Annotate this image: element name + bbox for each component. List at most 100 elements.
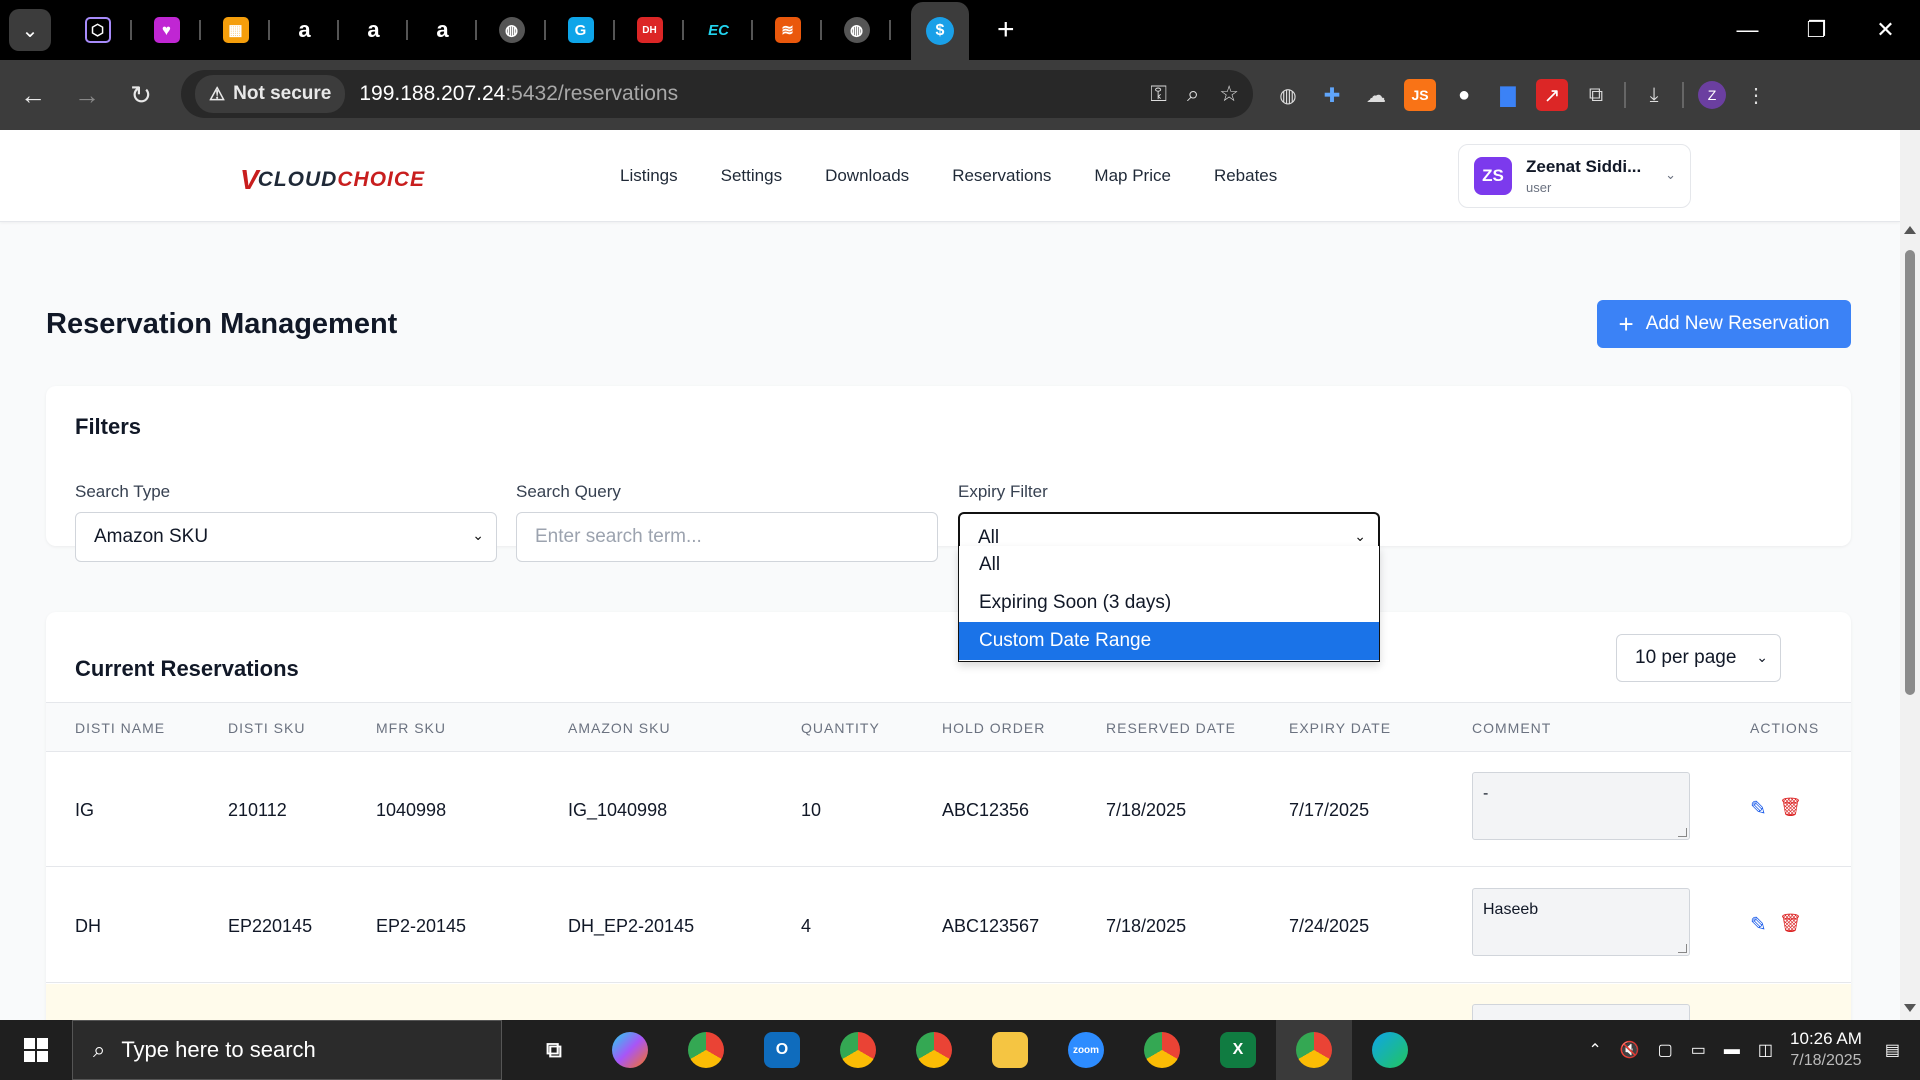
download-icon[interactable]: ⤓ bbox=[1638, 79, 1670, 111]
copilot-button[interactable] bbox=[592, 1020, 668, 1080]
zoom-button[interactable]: zoom bbox=[1048, 1020, 1124, 1080]
browser-tab[interactable]: ◍ bbox=[477, 0, 546, 60]
globe-extension-icon[interactable]: ◍ bbox=[1272, 79, 1304, 111]
option-custom-date-range[interactable]: Custom Date Range bbox=[959, 622, 1379, 660]
scroll-up-icon[interactable] bbox=[1904, 226, 1916, 234]
chrome-button[interactable] bbox=[668, 1020, 744, 1080]
volume-muted-icon[interactable]: 🔇 bbox=[1620, 1040, 1640, 1060]
tab-search-button[interactable]: ⌄ bbox=[9, 9, 51, 51]
minimize-icon[interactable]: — bbox=[1713, 0, 1782, 60]
forward-icon[interactable]: → bbox=[60, 68, 114, 122]
column-header[interactable]: DISTI NAME bbox=[75, 720, 165, 736]
per-page-select[interactable]: 10 per page ⌄ bbox=[1616, 634, 1781, 682]
address-bar[interactable]: ⚠ Not secure 199.188.207.24:5432/reservat… bbox=[181, 70, 1253, 118]
back-icon[interactable]: ← bbox=[6, 68, 60, 122]
url-text[interactable]: 199.188.207.24:5432/reservations bbox=[359, 82, 678, 106]
browser-tab-active[interactable]: $ bbox=[911, 2, 969, 60]
chrome-button[interactable] bbox=[820, 1020, 896, 1080]
extensions-icon[interactable]: ⧉ bbox=[1580, 79, 1612, 111]
option-expiring-soon[interactable]: Expiring Soon (3 days) bbox=[959, 584, 1379, 622]
security-chip[interactable]: ⚠ Not secure bbox=[195, 75, 346, 113]
puzzle-extension-icon[interactable]: ✚ bbox=[1316, 79, 1348, 111]
close-icon[interactable]: ✕ bbox=[1851, 0, 1920, 60]
chrome-button[interactable] bbox=[1124, 1020, 1200, 1080]
outlook-button[interactable]: O bbox=[744, 1020, 820, 1080]
chrome-button[interactable] bbox=[896, 1020, 972, 1080]
trash-icon[interactable]: 🗑 bbox=[1779, 797, 1802, 818]
star-icon[interactable]: ☆ bbox=[1219, 81, 1239, 107]
file-explorer-button[interactable] bbox=[972, 1020, 1048, 1080]
option-all[interactable]: All bbox=[959, 546, 1379, 584]
chrome-icon bbox=[1296, 1032, 1332, 1068]
notifications-icon[interactable]: ▤ bbox=[1885, 1040, 1900, 1060]
trash-icon[interactable]: 🗑 bbox=[1779, 913, 1802, 934]
circle-extension-icon[interactable]: ● bbox=[1448, 79, 1480, 111]
reload-icon[interactable]: ↻ bbox=[114, 68, 168, 122]
browser-tab[interactable]: ≋ bbox=[753, 0, 822, 60]
comment-textarea[interactable]: - bbox=[1472, 772, 1690, 840]
search-input[interactable]: Enter search term... bbox=[516, 512, 938, 562]
browser-tab[interactable]: a bbox=[270, 0, 339, 60]
taskbar-search[interactable]: ⌕ Type here to search bbox=[72, 1020, 502, 1080]
nav-rebates[interactable]: Rebates bbox=[1214, 166, 1277, 186]
app-header: V CLOUD CHOICE Listings Settings Downloads… bbox=[0, 130, 1900, 222]
browser-tab[interactable]: ◍ bbox=[822, 0, 891, 60]
browser-tab[interactable]: a bbox=[408, 0, 477, 60]
chrome-icon bbox=[1144, 1032, 1180, 1068]
edit-icon[interactable]: ✎ bbox=[1750, 796, 1767, 821]
device-icon[interactable]: ▢ bbox=[1658, 1040, 1673, 1060]
edge-button[interactable] bbox=[1352, 1020, 1428, 1080]
display-icon[interactable]: ▭ bbox=[1691, 1040, 1706, 1060]
chevron-up-icon[interactable]: ⌃ bbox=[1588, 1040, 1601, 1060]
column-header[interactable]: AMAZON SKU bbox=[568, 720, 671, 736]
chrome-button-active[interactable] bbox=[1276, 1020, 1352, 1080]
profile-avatar[interactable]: Z bbox=[1696, 79, 1728, 111]
nav-map-price[interactable]: Map Price bbox=[1094, 166, 1171, 186]
browser-tab[interactable]: EC bbox=[684, 0, 753, 60]
scroll-down-icon[interactable] bbox=[1904, 1004, 1916, 1012]
column-header[interactable]: RESERVED DATE bbox=[1106, 720, 1236, 736]
arrow-extension-icon[interactable]: ↗ bbox=[1536, 79, 1568, 111]
excel-button[interactable]: X bbox=[1200, 1020, 1276, 1080]
column-header[interactable]: HOLD ORDER bbox=[942, 720, 1045, 736]
browser-tab[interactable]: G bbox=[546, 0, 615, 60]
column-header[interactable]: DISTI SKU bbox=[228, 720, 305, 736]
column-header[interactable]: QUANTITY bbox=[801, 720, 880, 736]
edit-icon[interactable]: ✎ bbox=[1750, 912, 1767, 937]
js-extension-icon[interactable]: JS bbox=[1404, 79, 1436, 111]
column-header[interactable]: MFR SKU bbox=[376, 720, 446, 736]
browser-tab[interactable]: ⬡ bbox=[63, 0, 132, 60]
chart-extension-icon[interactable]: ▇ bbox=[1492, 79, 1524, 111]
network-icon[interactable]: ◫ bbox=[1758, 1040, 1773, 1060]
cloudchoice-logo[interactable]: V CLOUD CHOICE bbox=[240, 164, 425, 196]
add-reservation-button[interactable]: + Add New Reservation bbox=[1597, 300, 1851, 348]
nav-settings[interactable]: Settings bbox=[721, 166, 782, 186]
new-tab-button[interactable]: + bbox=[997, 13, 1015, 47]
browser-tab[interactable]: a bbox=[339, 0, 408, 60]
task-view-button[interactable]: ⧉ bbox=[516, 1020, 592, 1080]
browser-tab[interactable]: ♥ bbox=[132, 0, 201, 60]
browser-tab[interactable]: DH bbox=[615, 0, 684, 60]
user-menu[interactable]: ZS Zeenat Siddi... user ⌄ bbox=[1458, 144, 1691, 208]
page-scrollbar[interactable] bbox=[1900, 130, 1920, 1020]
key-icon[interactable]: ⚿ bbox=[1150, 81, 1167, 107]
column-header[interactable]: ACTIONS bbox=[1750, 720, 1819, 736]
zoom-icon[interactable]: ⌕ bbox=[1187, 81, 1199, 107]
nav-reservations[interactable]: Reservations bbox=[952, 166, 1051, 186]
globe-icon: ◍ bbox=[498, 17, 525, 43]
scroll-thumb[interactable] bbox=[1905, 250, 1915, 695]
nav-listings[interactable]: Listings bbox=[620, 166, 678, 186]
restore-icon[interactable]: ❐ bbox=[1782, 0, 1851, 60]
column-header[interactable]: EXPIRY DATE bbox=[1289, 720, 1391, 736]
browser-tab[interactable]: ▦ bbox=[201, 0, 270, 60]
more-menu-icon[interactable]: ⋮ bbox=[1740, 79, 1772, 111]
clock[interactable]: 10:26 AM 7/18/2025 bbox=[1790, 1028, 1862, 1072]
cloud-extension-icon[interactable]: ☁ bbox=[1360, 79, 1392, 111]
comment-textarea[interactable]: Haseeb bbox=[1472, 888, 1690, 956]
column-header[interactable]: COMMENT bbox=[1472, 720, 1551, 736]
comment-textarea[interactable] bbox=[1472, 1004, 1690, 1020]
battery-icon[interactable]: ▬ bbox=[1724, 1041, 1740, 1059]
search-type-select[interactable]: Amazon SKU ⌄ bbox=[75, 512, 497, 562]
nav-downloads[interactable]: Downloads bbox=[825, 166, 909, 186]
start-button[interactable] bbox=[0, 1020, 72, 1080]
